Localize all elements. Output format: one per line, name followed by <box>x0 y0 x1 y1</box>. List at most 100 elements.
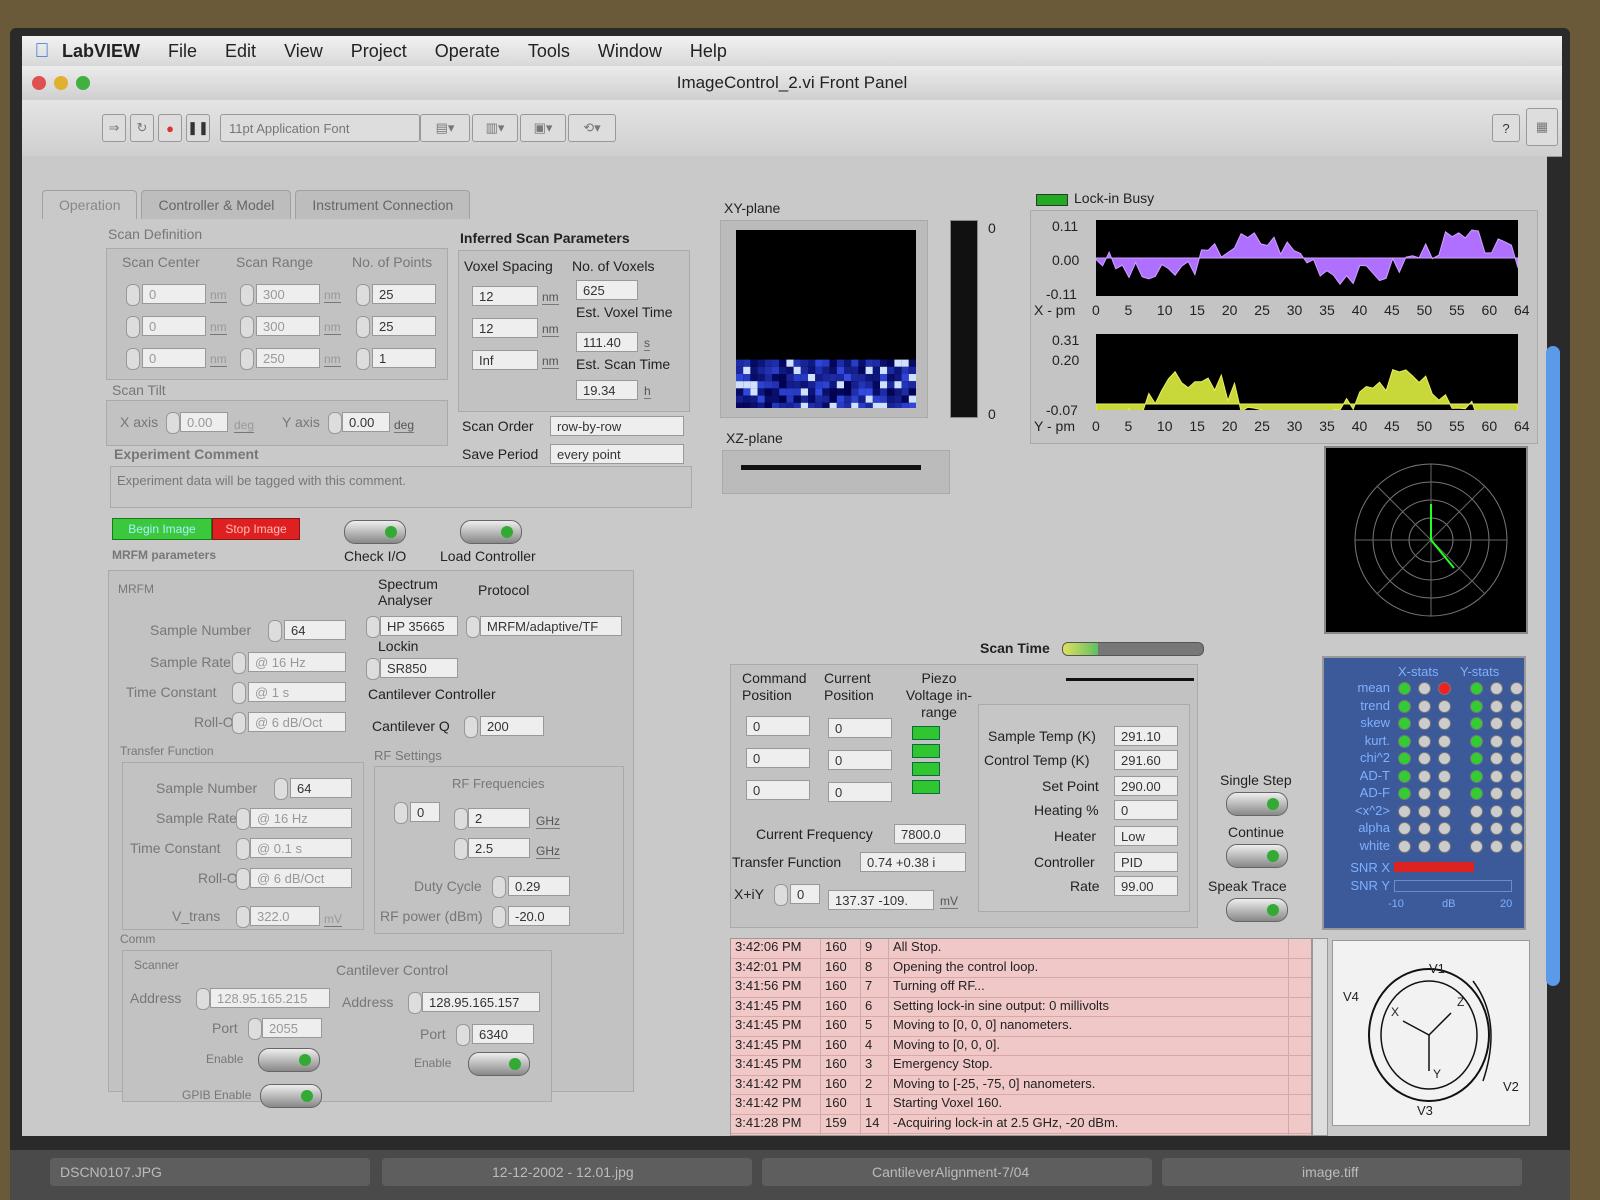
log-scrollbar[interactable] <box>1312 938 1328 1136</box>
abort-icon[interactable]: ● <box>158 114 182 142</box>
duty-cycle-spin[interactable] <box>492 876 506 898</box>
cantilever-q-spin[interactable] <box>464 716 478 738</box>
points-z-spin[interactable] <box>356 348 370 370</box>
spectrum-spin[interactable] <box>366 616 380 638</box>
cantilever-address-spin[interactable] <box>408 992 422 1014</box>
center-y-spin[interactable] <box>126 316 140 338</box>
apple-icon[interactable]:  <box>22 40 62 63</box>
x-axis-input[interactable]: 0.00 <box>180 412 228 432</box>
menu-window[interactable]: Window <box>598 41 662 62</box>
points-x-spin[interactable] <box>356 284 370 306</box>
points-y-input[interactable]: 25 <box>372 316 436 336</box>
rf-freq2-input[interactable]: 2.5 <box>468 838 530 858</box>
center-x-input[interactable]: 0 <box>142 284 206 304</box>
tf-sample-rate-spin[interactable] <box>236 808 250 830</box>
scan-order-select[interactable]: row-by-row <box>550 416 684 436</box>
reorder-icon[interactable]: ⟲▾ <box>568 114 616 142</box>
rf-freq2-spin[interactable] <box>454 838 468 860</box>
tf-time-constant-spin[interactable] <box>236 838 250 860</box>
cantilever-address-input[interactable]: 128.95.165.157 <box>422 992 540 1012</box>
speak-trace-button[interactable] <box>1226 898 1288 922</box>
menu-edit[interactable]: Edit <box>225 41 256 62</box>
mrfm-sample-rate-spin[interactable] <box>232 652 246 674</box>
tf-rolloff-spin[interactable] <box>236 868 250 890</box>
resize-objects-icon[interactable]: ▣▾ <box>520 114 566 142</box>
xiy-spin[interactable] <box>774 884 788 906</box>
tf-sample-number-spin[interactable] <box>274 778 288 800</box>
range-x-spin[interactable] <box>240 284 254 306</box>
tab-instrument-connection[interactable]: Instrument Connection <box>295 190 471 219</box>
rf-power-input[interactable]: -20.0 <box>508 906 570 926</box>
comment-input[interactable]: Experiment data will be tagged with this… <box>110 466 692 508</box>
align-objects-icon[interactable]: ▤▾ <box>420 114 470 142</box>
mrfm-sample-rate-select[interactable]: @ 16 Hz <box>248 652 346 672</box>
gpib-enable-toggle[interactable] <box>260 1084 322 1108</box>
rf-freq1-input[interactable]: 2 <box>468 808 530 828</box>
controller-select[interactable]: PID <box>1114 852 1178 872</box>
x-axis-spin[interactable] <box>166 412 180 434</box>
lockin-select[interactable]: SR850 <box>380 658 458 678</box>
cantilever-port-input[interactable]: 6340 <box>472 1024 534 1044</box>
cantilever-port-spin[interactable] <box>456 1024 470 1046</box>
scanner-port-input[interactable]: 2055 <box>262 1018 322 1038</box>
range-z-input[interactable]: 250 <box>256 348 320 368</box>
save-period-select[interactable]: every point <box>550 444 684 464</box>
rf-power-spin[interactable] <box>492 906 506 928</box>
tab-controller-model[interactable]: Controller & Model <box>141 190 292 219</box>
protocol-spin[interactable] <box>466 616 480 638</box>
lockin-spin[interactable] <box>366 658 380 680</box>
event-log[interactable]: 3:42:06 PM 160 9 All Stop. 3:42:01 PM 160 8 Ope… <box>730 938 1312 1136</box>
scanner-enable-toggle[interactable] <box>258 1048 320 1072</box>
spectrum-select[interactable]: HP 35665 <box>380 616 458 636</box>
vtrans-input[interactable]: 322.0 <box>250 906 320 926</box>
mrfm-sample-number-input[interactable]: 64 <box>284 620 346 640</box>
distribute-objects-icon[interactable]: ▥▾ <box>472 114 518 142</box>
tf-rolloff-select[interactable]: @ 6 dB/Oct <box>250 868 352 888</box>
mrfm-time-constant-select[interactable]: @ 1 s <box>248 682 346 702</box>
center-x-spin[interactable] <box>126 284 140 306</box>
load-controller-button[interactable] <box>460 520 522 544</box>
tf-time-constant-select[interactable]: @ 0.1 s <box>250 838 352 858</box>
check-io-button[interactable] <box>344 520 406 544</box>
mrfm-rolloff-spin[interactable] <box>232 712 246 734</box>
mrfm-sample-number-spin[interactable] <box>268 620 282 642</box>
command-y[interactable]: 0 <box>746 748 810 768</box>
tab-operation[interactable]: Operation <box>42 190 138 219</box>
setpoint-value[interactable]: 290.00 <box>1114 776 1178 796</box>
stop-image-button[interactable]: Stop Image <box>212 518 300 540</box>
continue-button[interactable] <box>1226 844 1288 868</box>
points-z-input[interactable]: 1 <box>372 348 436 368</box>
menu-app[interactable]: LabVIEW <box>62 41 140 62</box>
menu-help[interactable]: Help <box>690 41 727 62</box>
duty-cycle-input[interactable]: 0.29 <box>508 876 570 896</box>
task-tiff[interactable]: image.tiff <box>1162 1158 1522 1186</box>
y-axis-input[interactable]: 0.00 <box>342 412 390 432</box>
range-x-input[interactable]: 300 <box>256 284 320 304</box>
points-x-input[interactable]: 25 <box>372 284 436 304</box>
center-z-spin[interactable] <box>126 348 140 370</box>
range-y-input[interactable]: 300 <box>256 316 320 336</box>
tf-sample-number-input[interactable]: 64 <box>290 778 352 798</box>
menu-file[interactable]: File <box>168 41 197 62</box>
menu-tools[interactable]: Tools <box>528 41 570 62</box>
pause-icon[interactable]: ❚❚ <box>186 114 210 142</box>
tf-sample-rate-select[interactable]: @ 16 Hz <box>250 808 352 828</box>
run-continuous-icon[interactable]: ↻ <box>130 114 154 142</box>
menu-project[interactable]: Project <box>351 41 407 62</box>
rf-index-spin[interactable] <box>394 802 408 824</box>
heater-select[interactable]: Low <box>1114 826 1178 846</box>
scanner-port-spin[interactable] <box>248 1018 262 1040</box>
menu-operate[interactable]: Operate <box>435 41 500 62</box>
cantilever-q-input[interactable]: 200 <box>480 716 544 736</box>
rf-index-input[interactable]: 0 <box>410 802 440 822</box>
scanner-address-spin[interactable] <box>196 988 210 1010</box>
command-z[interactable]: 0 <box>746 780 810 800</box>
vertical-scrollbar[interactable] <box>1546 346 1560 986</box>
center-z-input[interactable]: 0 <box>142 348 206 368</box>
task-jpg[interactable]: 12-12-2002 - 12.01.jpg <box>382 1158 752 1186</box>
help-icon[interactable]: ? <box>1492 114 1520 142</box>
protocol-select[interactable]: MRFM/adaptive/TF <box>480 616 622 636</box>
center-y-input[interactable]: 0 <box>142 316 206 336</box>
rate-value[interactable]: 99.00 <box>1114 876 1178 896</box>
single-step-button[interactable] <box>1226 792 1288 816</box>
